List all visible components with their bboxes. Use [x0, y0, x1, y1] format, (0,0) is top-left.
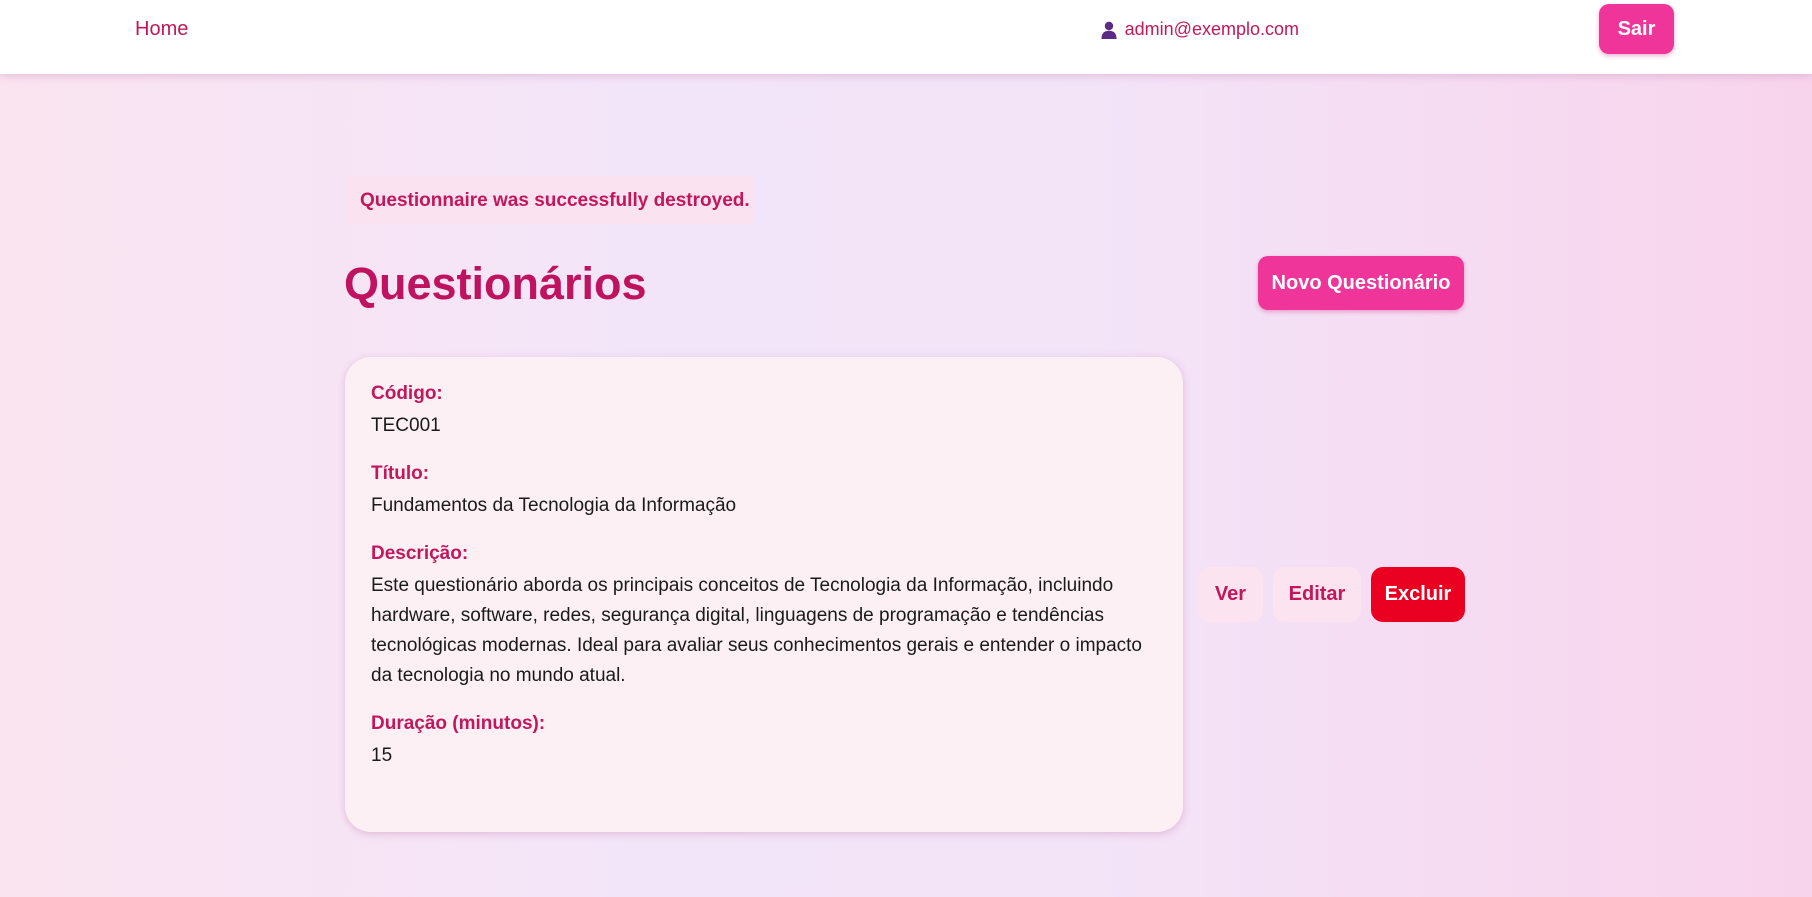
- field-duration: Duração (minutos): 15: [371, 713, 1157, 771]
- logout-button[interactable]: Sair: [1599, 4, 1674, 54]
- questionnaire-card: Código: TEC001 Título: Fundamentos da Te…: [345, 357, 1183, 832]
- user-icon: [1101, 21, 1117, 39]
- top-navbar: Home admin@exemplo.com Sair: [0, 0, 1812, 74]
- view-button[interactable]: Ver: [1198, 567, 1263, 622]
- description-value: Este questionário aborda os principais c…: [371, 575, 1143, 686]
- field-description: Descrição: Este questionário aborda os p…: [371, 543, 1157, 691]
- field-title: Título: Fundamentos da Tecnologia da Inf…: [371, 463, 1157, 521]
- page-title: Questionários: [344, 258, 647, 309]
- current-user: admin@exemplo.com: [1101, 19, 1299, 40]
- home-link[interactable]: Home: [135, 18, 188, 41]
- duration-label: Duração (minutos):: [371, 713, 546, 734]
- description-label: Descrição:: [371, 543, 469, 564]
- title-label: Título:: [371, 463, 430, 484]
- code-label: Código:: [371, 383, 443, 404]
- duration-value: 15: [371, 745, 393, 766]
- title-value: Fundamentos da Tecnologia da Informação: [371, 495, 737, 516]
- new-questionnaire-button[interactable]: Novo Questionário: [1258, 256, 1464, 310]
- edit-button[interactable]: Editar: [1273, 567, 1361, 622]
- flash-notice: Questionnaire was successfully destroyed…: [346, 176, 754, 224]
- code-value: TEC001: [371, 415, 441, 436]
- field-code: Código: TEC001: [371, 383, 1157, 441]
- delete-button[interactable]: Excluir: [1371, 567, 1465, 622]
- user-email: admin@exemplo.com: [1124, 19, 1299, 39]
- row-actions: Ver Editar Excluir: [1198, 567, 1465, 622]
